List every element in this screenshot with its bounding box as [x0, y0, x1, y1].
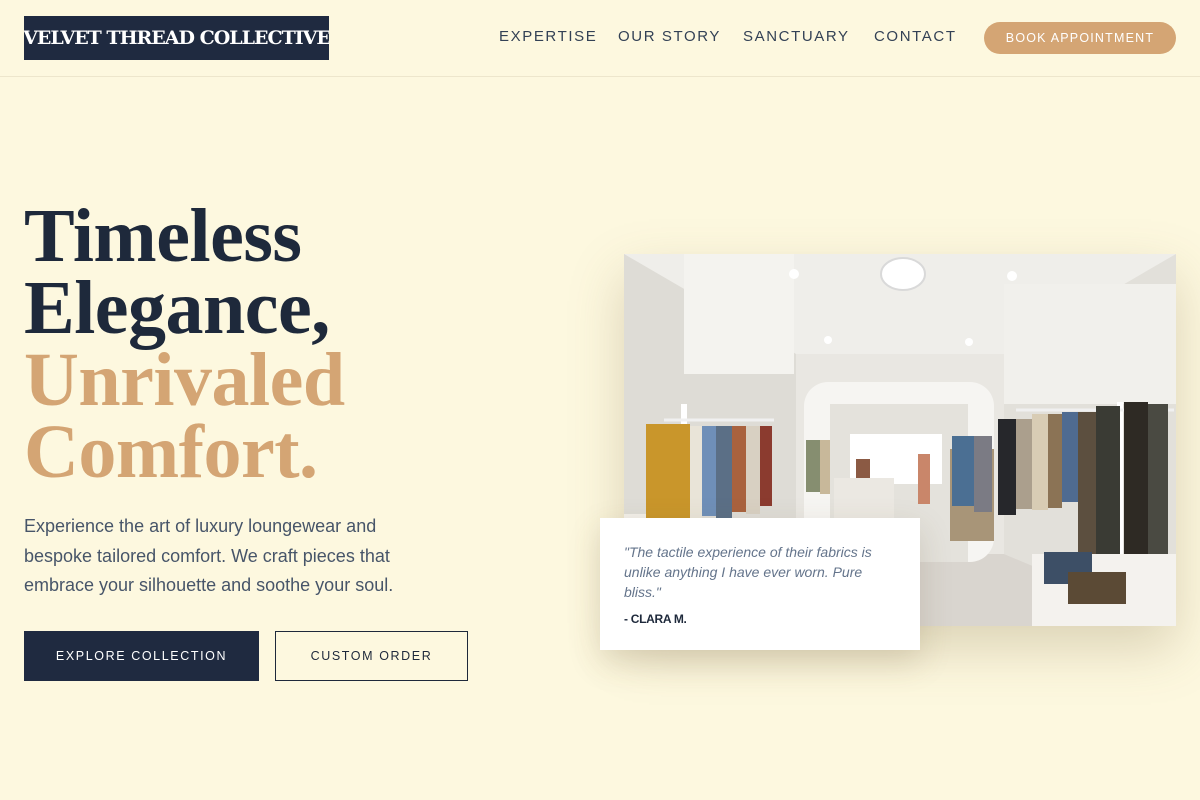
- nav-link-contact[interactable]: CONTACT: [874, 28, 957, 45]
- brand-logo[interactable]: VELVET THREAD COLLECTIVE: [24, 16, 329, 60]
- headline-line-1: Timeless: [24, 194, 302, 278]
- hero-description: Experience the art of luxury loungewear …: [24, 516, 394, 595]
- testimonial-card: "The tactile experience of their fabrics…: [600, 518, 920, 650]
- hero-headline: Timeless Elegance, Unrivaled Comfort.: [24, 194, 345, 494]
- nav-link-expertise[interactable]: EXPERTISE: [499, 28, 597, 45]
- testimonial-quote: "The tactile experience of their fabrics…: [624, 544, 872, 600]
- site-header: VELVET THREAD COLLECTIVE EXPERTISE OUR S…: [0, 0, 1200, 77]
- headline-accent-line-2: Comfort.: [24, 410, 318, 494]
- explore-collection-button[interactable]: EXPLORE COLLECTION: [24, 631, 259, 681]
- headline-line-2: Elegance,: [24, 266, 330, 350]
- headline-accent-line-1: Unrivaled: [24, 338, 345, 422]
- custom-order-button[interactable]: CUSTOM ORDER: [275, 631, 468, 681]
- nav-link-our-story[interactable]: OUR STORY: [618, 28, 721, 45]
- testimonial-author: - CLARA M.: [624, 612, 687, 626]
- book-appointment-button[interactable]: BOOK APPOINTMENT: [984, 22, 1176, 54]
- nav-link-sanctuary[interactable]: SANCTUARY: [743, 28, 850, 45]
